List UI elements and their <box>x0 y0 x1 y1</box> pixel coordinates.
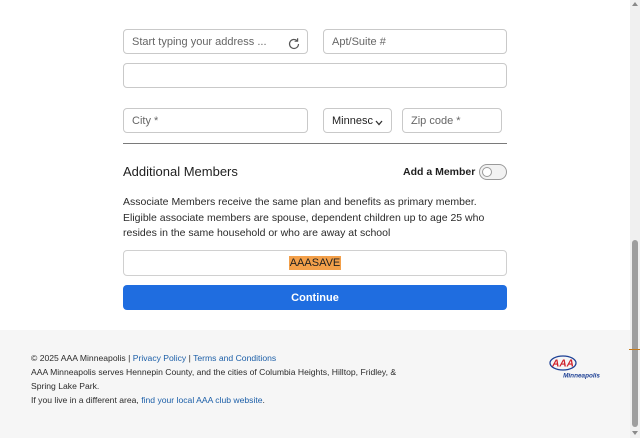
service-area-text: AAA Minneapolis serves Hennepin County, … <box>31 367 397 391</box>
footer-legal-line: © 2025 AAA Minneapolis | Privacy Policy … <box>31 351 421 365</box>
zip-placeholder: Zip code * <box>411 114 461 127</box>
state-select[interactable]: Minnesc <box>323 108 392 133</box>
privacy-policy-link[interactable]: Privacy Policy <box>133 353 186 363</box>
zip-code-input[interactable]: Zip code * <box>402 108 502 133</box>
logo-text: AAA <box>551 358 574 369</box>
footer: © 2025 AAA Minneapolis | Privacy Policy … <box>0 330 630 438</box>
promo-code-value: AAASAVE <box>288 256 342 270</box>
additional-members-title: Additional Members <box>123 164 238 179</box>
city-placeholder: City * <box>132 114 159 127</box>
associate-members-description: Associate Members receive the same plan … <box>123 196 485 239</box>
chevron-down-icon <box>375 120 383 126</box>
state-value: Minnesc <box>332 114 373 127</box>
aaa-minneapolis-logo[interactable]: AAA Minneapolis <box>548 354 602 380</box>
apt-placeholder: Apt/Suite # <box>332 35 386 48</box>
scroll-down-arrow-icon[interactable] <box>632 431 638 435</box>
copyright-text: © 2025 AAA Minneapolis | <box>31 353 131 363</box>
footer-period: . <box>262 395 265 405</box>
address-input[interactable]: Start typing your address ... <box>123 29 308 54</box>
footer-separator: | <box>188 353 191 363</box>
promo-code-field[interactable]: AAASAVE <box>123 250 507 276</box>
address-line2-input[interactable] <box>123 63 507 88</box>
section-divider <box>123 143 507 144</box>
city-input[interactable]: City * <box>123 108 308 133</box>
scroll-up-arrow-icon[interactable] <box>632 2 638 6</box>
different-area-text: If you live in a different area, <box>31 395 139 405</box>
different-area-line: If you live in a different area, find yo… <box>31 393 421 407</box>
vertical-scrollbar[interactable] <box>630 0 640 438</box>
footer-text: © 2025 AAA Minneapolis | Privacy Policy … <box>31 351 421 407</box>
terms-link[interactable]: Terms and Conditions <box>193 353 276 363</box>
scrollbar-thumb[interactable] <box>632 240 638 427</box>
apt-suite-input[interactable]: Apt/Suite # <box>323 29 507 54</box>
continue-button[interactable]: Continue <box>123 285 507 310</box>
add-member-toggle[interactable] <box>479 164 507 180</box>
scroll-position-marker <box>629 349 640 350</box>
refresh-icon[interactable] <box>287 37 301 51</box>
logo-subtext: Minneapolis <box>563 373 600 380</box>
add-member-label: Add a Member <box>403 166 476 178</box>
find-club-link[interactable]: find your local AAA club website <box>141 395 262 405</box>
address-placeholder: Start typing your address ... <box>132 35 267 48</box>
toggle-knob <box>482 167 492 177</box>
